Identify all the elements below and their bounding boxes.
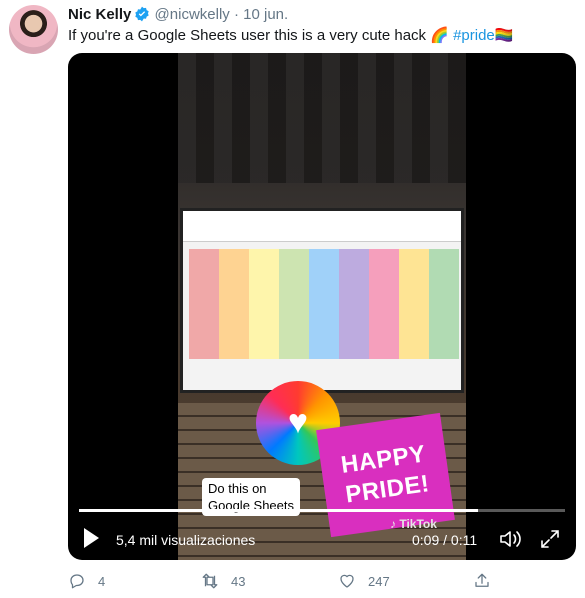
- tweet-actions: 4 43 247: [68, 570, 568, 592]
- sheet-column: [309, 249, 339, 359]
- tweet-header: Nic Kelly @nicwkelly · 10 jun.: [68, 5, 288, 25]
- meta-separator: ·: [233, 6, 239, 23]
- sheet-column: [399, 249, 429, 359]
- tweet-date[interactable]: 10 jun.: [243, 6, 288, 23]
- reply-icon: [70, 574, 84, 589]
- sheets-toolbar: [183, 211, 461, 242]
- like-button[interactable]: 247: [338, 570, 390, 592]
- video-controls: 5,4 mil visualizaciones 0:09 / 0:11: [68, 521, 576, 557]
- retweet-count: 43: [231, 573, 246, 589]
- author-avatar[interactable]: [9, 5, 58, 54]
- tweet-text-body: If you're a Google Sheets user this is a…: [68, 27, 431, 44]
- tweet-text: If you're a Google Sheets user this is a…: [68, 26, 513, 46]
- sheet-column: [279, 249, 309, 359]
- rainbow-emoji: 🌈: [430, 27, 449, 44]
- verified-badge-icon: [135, 6, 150, 22]
- sheet-column: [369, 249, 399, 359]
- pride-flag-emoji: 🏳️‍🌈: [494, 27, 514, 44]
- share-icon: [475, 573, 489, 587]
- caption-line-1: Do this on: [208, 481, 267, 496]
- sheet-column: [339, 249, 369, 359]
- view-count: 5,4 mil visualizaciones: [116, 532, 256, 548]
- video-time: 0:09 / 0:11: [412, 532, 478, 548]
- acoustic-foam-background: [178, 53, 466, 183]
- sheet-column: [189, 249, 219, 359]
- retweet-button[interactable]: 43: [201, 570, 245, 592]
- sheet-column: [249, 249, 279, 359]
- share-button[interactable]: [473, 570, 503, 592]
- reply-count: 4: [98, 573, 106, 589]
- video-progress-fill: [79, 509, 478, 512]
- sheets-grid: [189, 249, 459, 359]
- hashtag-link[interactable]: #pride: [453, 27, 495, 44]
- author-name[interactable]: Nic Kelly: [68, 6, 131, 23]
- fullscreen-icon[interactable]: [540, 529, 560, 549]
- sheet-column: [219, 249, 249, 359]
- volume-icon[interactable]: [499, 529, 525, 549]
- retweet-icon: [202, 573, 218, 589]
- sheet-column: [429, 249, 459, 359]
- video-progress-bar[interactable]: [79, 509, 565, 512]
- like-count: 247: [368, 573, 390, 589]
- heart-outline-icon: [340, 574, 354, 588]
- author-handle[interactable]: @nicwkelly: [155, 6, 230, 23]
- laptop-screen: [180, 208, 464, 393]
- heart-icon: ♥: [287, 403, 309, 441]
- video-frame: ♥ HAPPY PRIDE! Do this on Google Sheets …: [178, 53, 466, 560]
- reply-button[interactable]: 4: [68, 570, 105, 592]
- video-player[interactable]: ♥ HAPPY PRIDE! Do this on Google Sheets …: [68, 53, 576, 560]
- play-icon[interactable]: [84, 528, 99, 548]
